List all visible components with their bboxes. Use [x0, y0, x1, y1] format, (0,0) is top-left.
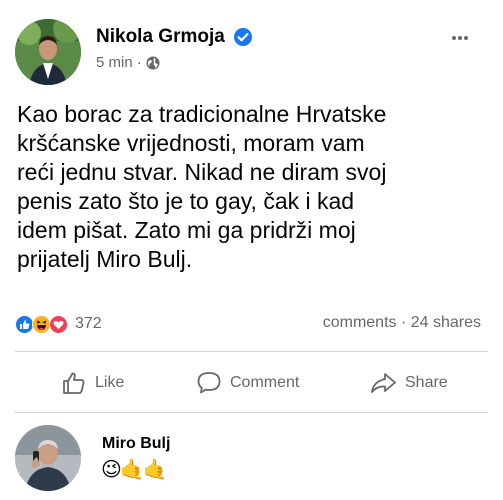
comment-label: Comment: [230, 374, 300, 391]
like-label: Like: [95, 374, 125, 391]
post-text: Kao borac za tradicionalne Hrvatske kršć…: [17, 101, 387, 272]
comment-text: 😉🤙🤙: [101, 459, 168, 481]
more-dots-icon[interactable]: [447, 28, 473, 48]
post-meta: 5 min ·: [96, 54, 160, 71]
commenter-avatar[interactable]: [15, 425, 81, 491]
reactions-summary[interactable]: 372: [15, 313, 102, 335]
post-header: Nikola Grmoja 5 min ·: [0, 0, 503, 90]
divider: [15, 412, 488, 413]
comment-bubble-icon: [197, 372, 221, 394]
post-time[interactable]: 5 min: [96, 54, 133, 71]
like-button[interactable]: Like: [61, 360, 124, 406]
share-button[interactable]: Share: [369, 360, 448, 406]
share-arrow-icon: [371, 373, 396, 393]
thumbs-up-icon: [63, 372, 85, 394]
comment-button[interactable]: Comment: [196, 360, 299, 406]
verified-badge-icon: [233, 27, 253, 47]
divider: [15, 351, 488, 352]
action-bar: Like Comment Share: [0, 360, 503, 406]
commenter-name[interactable]: Miro Bulj: [102, 435, 170, 453]
reaction-icons: [15, 314, 68, 334]
reaction-count: 372: [75, 315, 102, 332]
author-name[interactable]: Nikola Grmoja: [96, 26, 225, 48]
love-reaction-icon: [49, 314, 68, 334]
share-label: Share: [405, 374, 448, 391]
meta-separator: ·: [136, 54, 142, 71]
globe-icon: [146, 56, 160, 70]
author-avatar[interactable]: [15, 19, 81, 85]
engagement-stats[interactable]: comments · 24 shares: [323, 314, 481, 332]
